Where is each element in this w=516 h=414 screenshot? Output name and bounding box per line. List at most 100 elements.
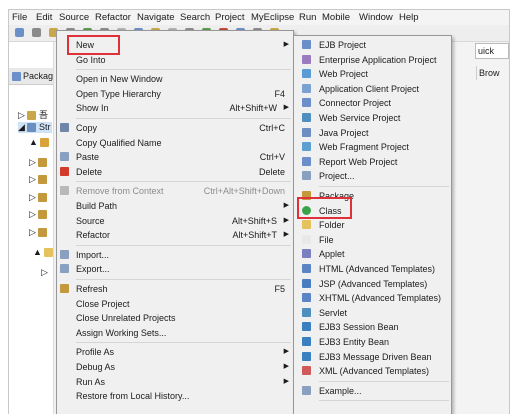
menu-item-close-unrelated-projects[interactable]: Close Unrelated Projects	[57, 311, 293, 325]
menu-edit[interactable]: Edit	[36, 12, 52, 23]
menu-item-connector-project[interactable]: Connector Project	[294, 96, 451, 110]
menu-item-web-service-project[interactable]: Web Service Project	[294, 111, 451, 125]
menu-run[interactable]: Run	[299, 12, 316, 23]
export-icon	[60, 264, 69, 274]
menu-item-open-type-hierarchy[interactable]: Open Type Hierarchy F4	[57, 87, 293, 101]
menu-item-web-fragment-project[interactable]: Web Fragment Project	[294, 140, 451, 154]
menu-item-xhtml-advanced-templates[interactable]: XHTML (Advanced Templates)	[294, 291, 451, 305]
menu-item-refactor[interactable]: Refactor Alt+Shift+T ▶	[57, 228, 293, 242]
menu-source[interactable]: Source	[59, 12, 89, 23]
menu-item-label: Paste	[76, 152, 100, 163]
ejb-project-icon	[302, 40, 311, 49]
menu-item-ejb3-message-driven-bean[interactable]: EJB3 Message Driven Bean	[294, 350, 451, 364]
menu-navigate[interactable]: Navigate	[137, 12, 175, 23]
menu-item-debug-as[interactable]: Debug As ▶	[57, 360, 293, 374]
tree-item-child[interactable]: ▷	[29, 157, 48, 168]
menu-project[interactable]: Project	[215, 12, 245, 23]
menu-item-web-project[interactable]: Web Project	[294, 67, 451, 81]
menu-item-refresh[interactable]: Refresh F5	[57, 282, 293, 296]
menu-item-export[interactable]: Export...	[57, 262, 293, 276]
menu-item-ejb-project[interactable]: EJB Project	[294, 38, 451, 52]
menu-item-servlet[interactable]: Servlet	[294, 306, 451, 320]
menu-item-open-in-new-window[interactable]: Open in New Window	[57, 72, 293, 86]
menu-help[interactable]: Help	[399, 12, 419, 23]
menu-item-project[interactable]: Project...	[294, 169, 451, 183]
menu-item-example[interactable]: Example...	[294, 384, 451, 398]
menu-item-label: Source	[76, 215, 105, 226]
toolbar-button-icon[interactable]	[32, 28, 41, 37]
xhtml-icon	[302, 293, 311, 303]
menu-mobile[interactable]: Mobile	[322, 12, 350, 23]
package-explorer-icon	[12, 72, 21, 82]
menu-separator	[319, 186, 449, 187]
quick-access-field[interactable]: uick	[475, 43, 509, 59]
menu-item-label: Show In	[76, 103, 109, 114]
menu-item-report-web-project[interactable]: Report Web Project	[294, 155, 451, 169]
menu-item-file[interactable]: File	[294, 233, 451, 247]
menu-item-label: XML (Advanced Templates)	[319, 366, 430, 377]
menu-item-ejb3-entity-bean[interactable]: EJB3 Entity Bean	[294, 335, 451, 349]
tree-item-child[interactable]: ▲	[29, 137, 50, 148]
menu-item-delete[interactable]: Delete Delete	[57, 165, 293, 179]
menu-item-build-path[interactable]: Build Path ▶	[57, 199, 293, 213]
menu-item-assign-working-sets[interactable]: Assign Working Sets...	[57, 326, 293, 340]
menu-item-paste[interactable]: Paste Ctrl+V	[57, 150, 293, 164]
menu-search[interactable]: Search	[180, 12, 210, 23]
menu-item-application-client-project[interactable]: Application Client Project	[294, 82, 451, 96]
menu-item-import[interactable]: Import...	[57, 248, 293, 262]
remove-context-icon	[60, 186, 69, 196]
library-icon	[38, 228, 48, 238]
context-menu: New ▶ Go Into Open in New Window Open Type H…	[56, 30, 294, 414]
menu-item-label: Assign Working Sets...	[76, 327, 167, 338]
menu-item-shortcut: Delete	[258, 166, 285, 177]
menu-item-xml-advanced-templates[interactable]: XML (Advanced Templates)	[294, 364, 451, 378]
menu-item-folder[interactable]: Folder	[294, 218, 451, 232]
folder-icon	[302, 220, 311, 230]
menu-myeclipse[interactable]: MyEclipse	[251, 12, 294, 23]
menu-item-enterprise-application-project[interactable]: Enterprise Application Project	[294, 53, 451, 67]
tree-item-workspace[interactable]: ▷ 吾	[18, 108, 48, 121]
menu-item-java-project[interactable]: Java Project	[294, 126, 451, 140]
menu-item-close-project[interactable]: Close Project	[57, 297, 293, 311]
toolbar-button-icon[interactable]	[15, 28, 24, 37]
menu-item-label: XHTML (Advanced Templates)	[319, 293, 442, 304]
menu-item-ejb3-session-bean[interactable]: EJB3 Session Bean	[294, 320, 451, 334]
servlet-icon	[302, 307, 311, 317]
menu-item-show-in[interactable]: Show In Alt+Shift+W ▶	[57, 101, 293, 115]
new-submenu: EJB Project Enterprise Application Projec…	[293, 35, 452, 414]
menu-item-copy-qualified-name[interactable]: Copy Qualified Name	[57, 136, 293, 150]
tree-item-label: Str	[38, 122, 51, 132]
web-service-icon	[302, 113, 311, 122]
menu-item-label: Java Project	[319, 127, 369, 138]
file-icon	[302, 234, 311, 244]
tree-item-child[interactable]: ▷	[29, 192, 48, 203]
menu-separator	[76, 181, 291, 183]
tree-item-child[interactable]: ▷	[29, 209, 48, 220]
menu-refactor[interactable]: Refactor	[95, 12, 131, 23]
menu-window[interactable]: Window	[359, 12, 393, 23]
tree-item-child[interactable]: ▷	[29, 227, 48, 238]
browser-tab[interactable]: Brow	[476, 66, 509, 80]
menu-item-restore-from-local-history[interactable]: Restore from Local History...	[57, 389, 293, 403]
menu-item-copy[interactable]: Copy Ctrl+C	[57, 121, 293, 135]
tree-item-child[interactable]: ▷	[41, 267, 48, 278]
menu-file[interactable]: File	[12, 12, 27, 23]
menu-item-label: File	[319, 234, 334, 245]
screenshot-frame: File Edit Source Refactor Navigate Search Proj…	[0, 0, 516, 414]
menu-item-html-advanced-templates[interactable]: HTML (Advanced Templates)	[294, 262, 451, 276]
menu-item-applet[interactable]: Applet	[294, 247, 451, 261]
menu-item-label: Close Project	[76, 298, 130, 309]
package-explorer-tab[interactable]: Packag	[9, 68, 53, 85]
menu-item-source[interactable]: Source Alt+Shift+S ▶	[57, 214, 293, 228]
menu-item-profile-as[interactable]: Profile As ▶	[57, 345, 293, 359]
tree-item-project[interactable]: ◢ Str	[18, 122, 52, 133]
menu-item-label: Project...	[319, 171, 355, 182]
paste-icon	[60, 152, 69, 162]
menu-item-jsp-advanced-templates[interactable]: JSP (Advanced Templates)	[294, 277, 451, 291]
session-bean-icon	[302, 322, 311, 332]
menu-item-run-as[interactable]: Run As ▶	[57, 375, 293, 389]
tree-item-child[interactable]: ▷	[29, 174, 48, 185]
tree-item-child[interactable]: ▲	[33, 247, 54, 258]
submenu-arrow-icon: ▶	[283, 348, 289, 356]
menu-item-label: EJB3 Entity Bean	[319, 337, 390, 347]
